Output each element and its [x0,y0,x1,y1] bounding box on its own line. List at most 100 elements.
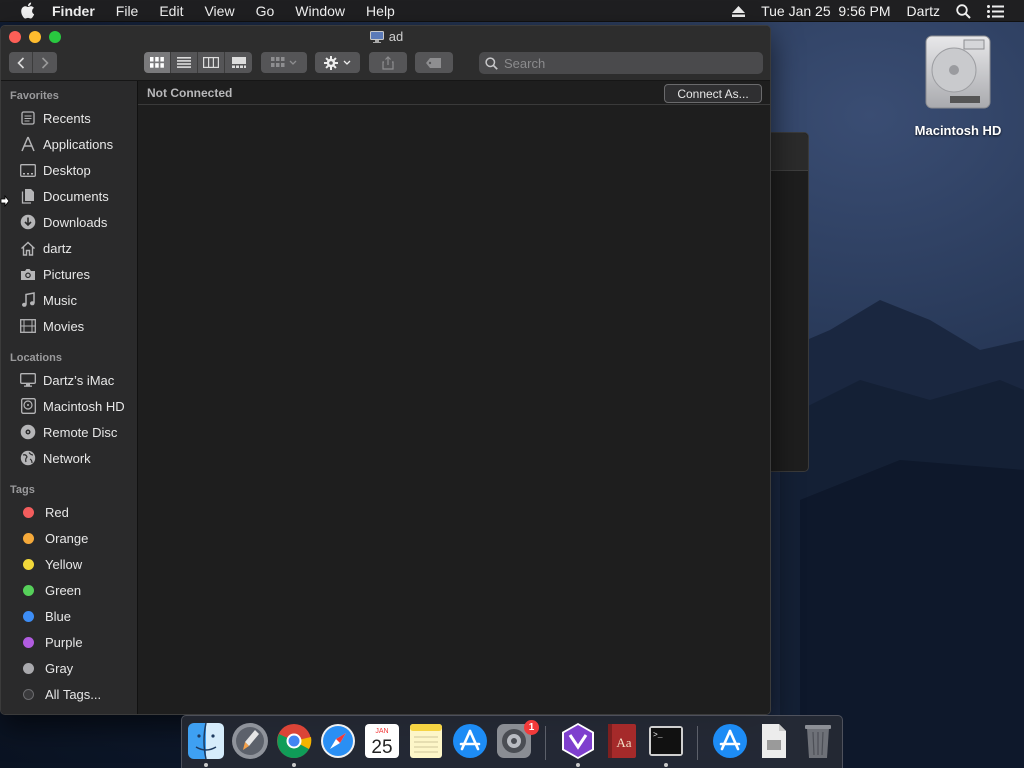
sidebar-item-label: Gray [45,660,74,676]
dictionary-glyph: Aa [616,735,631,750]
dock-app-store-folder[interactable] [711,722,749,760]
chevron-right-icon [41,56,49,69]
gallery-view-button[interactable] [225,52,252,73]
edit-tags-button[interactable] [415,52,453,73]
share-button[interactable] [369,52,407,73]
sidebar-tag-blue[interactable]: Blue [1,603,137,629]
sidebar-item-documents[interactable]: Documents [1,183,137,209]
sidebar-item-applications[interactable]: Applications [1,131,137,157]
notification-badge: 1 [524,720,539,735]
dock-dictionary[interactable]: Aa [603,722,641,760]
sidebar-item-remote-disc[interactable]: Remote Disc [1,419,137,445]
search-input[interactable] [504,55,744,71]
connect-as-button[interactable]: Connect As... [664,84,762,103]
mouse-pointer-icon [0,194,10,208]
blue-tag-dot [23,610,34,622]
sidebar-item-macintosh-hd[interactable]: Macintosh HD [1,393,137,419]
sidebar-item-network[interactable]: Network [1,445,137,471]
dock-launchpad[interactable] [231,722,269,760]
eject-icon[interactable] [732,5,746,17]
dock-notes[interactable] [407,722,445,760]
desktop-icon-macintosh-hd[interactable]: Macintosh HD [906,32,1010,138]
menu-go[interactable]: Go [256,3,275,19]
menu-view[interactable]: View [204,3,234,19]
sidebar-item-desktop[interactable]: Desktop [1,157,137,183]
sidebar: Favorites Recents Applications Desktop D… [1,81,138,714]
dock-calendar[interactable]: JAN 25 [363,722,401,760]
calendar-month: JAN [375,728,388,735]
dock-trash[interactable] [799,722,837,760]
sidebar-tag-yellow[interactable]: Yellow [1,551,137,577]
dock-chrome[interactable] [275,722,313,760]
dock-separator [545,726,546,760]
menu-help[interactable]: Help [366,3,395,19]
sidebar-item-downloads[interactable]: Downloads [1,209,137,235]
sidebar-item-label: Blue [45,608,72,624]
network-volume-icon [369,30,384,43]
list-view-button[interactable] [171,52,198,73]
yellow-tag-dot [23,558,34,570]
forward-button[interactable] [33,52,57,73]
sidebar-item-movies[interactable]: Movies [1,313,137,339]
sidebar-item-label: Remote Disc [43,424,118,440]
sidebar-item-home[interactable]: dartz [1,235,137,261]
dock-app-store[interactable] [451,722,489,760]
sidebar-item-pictures[interactable]: Pictures [1,261,137,287]
sidebar-tag-gray[interactable]: Gray [1,655,137,681]
sidebar-item-imac[interactable]: Dartz’s iMac [1,367,137,393]
purple-tag-dot [23,636,34,648]
menu-finder[interactable]: Finder [52,3,95,19]
dock-safari[interactable] [319,722,357,760]
menu-edit[interactable]: Edit [159,3,183,19]
sidebar-item-label: Pictures [43,266,90,282]
column-view-button[interactable] [198,52,225,73]
sidebar-tag-purple[interactable]: Purple [1,629,137,655]
dock-terminal[interactable]: >_ [647,722,685,760]
notification-center-icon[interactable] [987,4,1004,18]
home-icon [19,240,37,256]
spotlight-search-icon[interactable] [956,3,971,19]
sidebar-heading-locations: Locations [10,352,62,364]
sidebar-item-recents[interactable]: Recents [1,105,137,131]
terminal-icon: >_ [649,726,683,756]
finder-window: ad Search Favorites Recents Applications… [0,25,771,715]
menu-window[interactable]: Window [295,3,345,19]
menu-file[interactable]: File [116,3,139,19]
terminal-prompt: >_ [653,731,663,740]
sidebar-item-label: Macintosh HD [43,398,125,414]
sidebar-heading-tags: Tags [10,484,35,496]
sidebar-item-label: Network [43,450,91,466]
sidebar-tag-orange[interactable]: Orange [1,525,137,551]
sidebar-item-music[interactable]: Music [1,287,137,313]
running-indicator [204,763,208,767]
back-button[interactable] [9,52,33,73]
film-icon [19,318,37,334]
menu-clock[interactable]: Tue Jan 25 9:56 PM [761,3,890,19]
dock-document[interactable] [755,722,793,760]
notes-icon [410,724,442,758]
desktop-icon [19,162,37,178]
sidebar-item-label: Desktop [43,162,91,178]
sidebar-heading-favorites: Favorites [10,90,59,102]
dock-visual-studio[interactable] [559,722,597,760]
running-indicator [664,763,668,767]
dock: JAN 25 1 Aa >_ [181,715,843,768]
sidebar-tag-red[interactable]: Red [1,499,137,525]
menu-user[interactable]: Dartz [907,3,940,19]
dock-system-preferences[interactable]: 1 [495,720,539,760]
apple-icon[interactable] [20,2,36,20]
group-by-button[interactable] [261,52,307,73]
sidebar-item-label: Purple [45,634,83,650]
dock-finder[interactable] [187,722,225,760]
finder-icon [188,722,224,760]
file-browser-content[interactable]: Not Connected Connect As... [138,81,770,714]
icon-view-button[interactable] [144,52,171,73]
sidebar-tag-green[interactable]: Green [1,577,137,603]
action-menu-button[interactable] [315,52,360,73]
search-field[interactable] [479,52,763,74]
hard-drive-icon [920,32,996,112]
gallery-icon [231,57,246,68]
list-lines-icon [177,57,191,68]
sidebar-all-tags[interactable]: All Tags... [1,681,137,707]
orange-tag-dot [23,532,34,544]
